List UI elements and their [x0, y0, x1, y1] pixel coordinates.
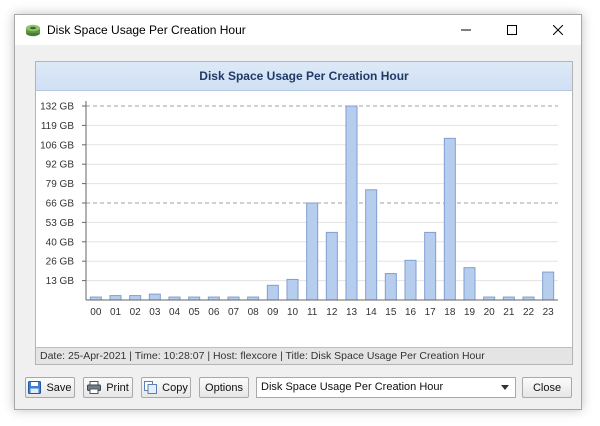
x-tick-label: 10 [287, 307, 299, 318]
save-label: Save [46, 381, 72, 394]
chart-type-select[interactable]: Disk Space Usage Per Creation Hour [256, 377, 516, 398]
close-button[interactable]: Close [522, 377, 572, 398]
y-tick-label: 53 GB [46, 218, 75, 229]
bar [345, 105, 358, 301]
x-tick-label: 15 [385, 307, 397, 318]
bar-chart: 13 GB 26 GB 40 GB 53 GB 66 GB 79 GB 92 GB 106 G… [36, 91, 572, 348]
chart-title: Disk Space Usage Per Creation Hour [36, 62, 572, 91]
x-tick-label: 01 [110, 307, 122, 318]
y-tick-label: 66 GB [46, 199, 75, 210]
x-tick-label: 23 [543, 307, 555, 318]
window-title: Disk Space Usage Per Creation Hour [47, 23, 246, 37]
close-label: Close [532, 381, 562, 394]
y-tick-label: 106 GB [40, 140, 74, 151]
dropdown-arrow-icon [499, 378, 511, 397]
title-bar[interactable]: Disk Space Usage Per Creation Hour [15, 15, 581, 45]
x-tick-label: 08 [248, 307, 260, 318]
print-button[interactable]: Print [83, 377, 133, 398]
bar [286, 278, 299, 301]
disk-app-icon [26, 24, 40, 37]
bar [404, 259, 417, 301]
maximize-icon [507, 25, 517, 35]
x-tick-label: 03 [149, 307, 161, 318]
bar [306, 202, 319, 301]
save-icon [28, 381, 42, 394]
copy-label: Copy [162, 381, 188, 394]
options-button[interactable]: Options [199, 377, 249, 398]
close-window-button[interactable] [535, 15, 581, 45]
y-tick-label: 92 GB [46, 160, 75, 171]
copy-button[interactable]: Copy [141, 377, 191, 398]
x-tick-label: 18 [444, 307, 456, 318]
bar [542, 271, 555, 301]
bar [109, 295, 122, 301]
bar [384, 273, 397, 301]
y-tick-label: 26 GB [46, 257, 75, 268]
printer-icon [87, 381, 102, 394]
save-button[interactable]: Save [25, 377, 75, 398]
bar [266, 284, 279, 301]
x-tick-label: 00 [90, 307, 102, 318]
x-tick-label: 16 [405, 307, 417, 318]
bottom-toolbar: Save Print Copy Options Disk Space Usage… [15, 373, 581, 403]
x-tick-label: 05 [189, 307, 201, 318]
x-tick-label: 11 [307, 307, 318, 318]
x-tick-label: 06 [208, 307, 220, 318]
x-tick-label: 13 [346, 307, 358, 318]
y-tick-label: 132 GB [40, 102, 74, 113]
x-tick-label: 04 [169, 307, 181, 318]
chart-panel: Disk Space Usage Per Creation Hour 13 GB… [35, 61, 573, 365]
y-tick-label: 13 GB [46, 276, 75, 287]
y-tick-label: 79 GB [46, 179, 75, 190]
bar [443, 137, 456, 301]
minimize-icon [461, 29, 471, 31]
x-tick-label: 07 [228, 307, 240, 318]
options-label: Options [205, 381, 243, 394]
x-tick-label: 14 [366, 307, 378, 318]
y-tick-label: 119 GB [41, 121, 74, 132]
x-tick-label: 19 [464, 307, 476, 318]
x-tick-label: 09 [267, 307, 279, 318]
y-tick-label: 40 GB [46, 237, 75, 248]
chart-window: Disk Space Usage Per Creation Hour Disk … [14, 14, 582, 410]
bar [148, 293, 161, 301]
copy-icon [144, 381, 158, 394]
bar [365, 189, 378, 301]
close-icon [553, 25, 563, 35]
x-tick-label: 12 [326, 307, 338, 318]
x-tick-label: 02 [130, 307, 142, 318]
bar [325, 231, 338, 301]
x-tick-label: 21 [503, 307, 515, 318]
x-tick-label: 22 [523, 307, 535, 318]
maximize-button[interactable] [489, 15, 535, 45]
bar [463, 267, 476, 301]
x-tick-label: 20 [484, 307, 496, 318]
print-label: Print [106, 381, 129, 394]
bar [424, 231, 437, 301]
bar [129, 295, 142, 301]
x-tick-label: 17 [425, 307, 437, 318]
minimize-button[interactable] [443, 15, 489, 45]
chart-type-select-value: Disk Space Usage Per Creation Hour [261, 381, 444, 393]
chart-status-bar: Date: 25-Apr-2021 | Time: 10:28:07 | Hos… [36, 347, 572, 364]
